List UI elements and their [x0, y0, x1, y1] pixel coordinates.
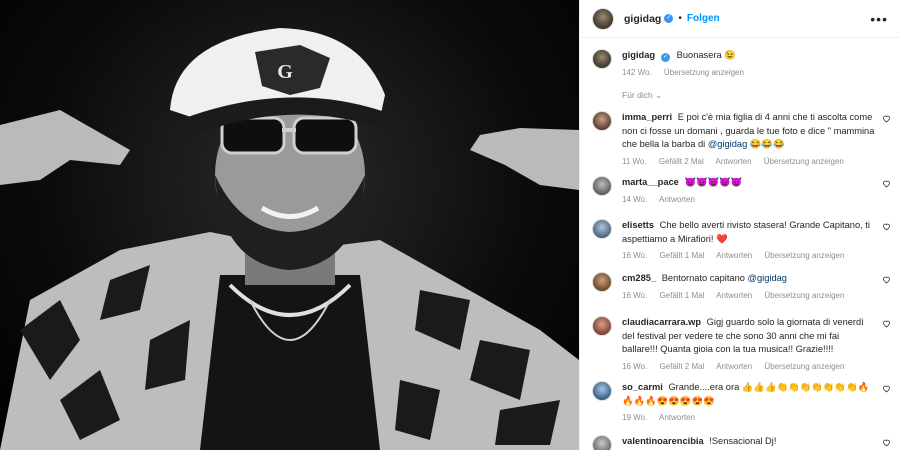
heart-outline-icon[interactable] [882, 438, 891, 447]
comment-username[interactable]: marta__pace [622, 177, 679, 187]
reply-button[interactable]: Antworten [659, 413, 695, 422]
reply-button[interactable]: Antworten [659, 195, 695, 204]
caption-meta: 142 Wo. Übersetzung anzeigen [622, 66, 877, 80]
comment-time: 19 Wo. [622, 413, 648, 422]
comment-meta: 16 Wo. Gefällt 1 Mal Antworten Übersetzu… [622, 249, 877, 263]
comment-time: 16 Wo. [622, 361, 648, 371]
comment-username[interactable]: valentinoarencibia [622, 436, 704, 446]
svg-text:G: G [277, 61, 293, 83]
comment-text: Bentornato capitano [661, 273, 745, 283]
comment-avatar[interactable] [592, 111, 612, 131]
reply-button[interactable]: Antworten [716, 362, 752, 371]
comment-time: 16 Wo. [622, 290, 648, 300]
caption-avatar[interactable] [592, 49, 612, 69]
comment-meta: 14 Wo. Antworten [622, 193, 877, 207]
translate-button[interactable]: Übersetzung anzeigen [764, 291, 844, 300]
comment-text: !Sensacional Dj! [709, 436, 777, 446]
comment-avatar[interactable] [592, 176, 612, 196]
comment-username[interactable]: imma_perri [622, 112, 672, 122]
comment-avatar[interactable] [592, 381, 612, 401]
comment-meta: 19 Wo. Antworten [622, 411, 877, 425]
comment-text: Che bello averti rivisto stasera! Grande… [622, 220, 870, 244]
translate-button[interactable]: Übersetzung anzeigen [764, 362, 844, 371]
comment-likes[interactable]: Gefällt 2 Mal [659, 157, 704, 166]
reply-button[interactable]: Antworten [716, 157, 752, 166]
comment-likes[interactable]: Gefällt 1 Mal [659, 251, 704, 260]
heart-outline-icon[interactable] [882, 114, 891, 123]
comment-mention[interactable]: @gigidag [708, 139, 747, 149]
comment-time: 14 Wo. [622, 194, 648, 204]
comment-avatar[interactable] [592, 435, 612, 450]
post-photo[interactable]: G [0, 0, 579, 450]
comment-meta: 16 Wo. Gefällt 2 Mal Antworten Übersetzu… [622, 360, 877, 374]
comment-text: 😈😈😈😈😈 [684, 177, 743, 187]
comment-username[interactable]: elisetts [622, 220, 654, 230]
post-header: gigidag ✓ • Folgen ••• [580, 0, 900, 38]
reply-button[interactable]: Antworten [716, 291, 752, 300]
comment-meta: 16 Wo. Gefällt 1 Mal Antworten Übersetzu… [622, 289, 877, 303]
translate-button[interactable]: Übersetzung anzeigen [764, 251, 844, 260]
comment-username[interactable]: claudiacarrara.wp [622, 317, 701, 327]
heart-outline-icon[interactable] [882, 179, 891, 188]
comment-filter-dropdown[interactable]: Für dich ⌄ [622, 90, 662, 101]
author-username[interactable]: gigidag [624, 13, 661, 25]
comment-username[interactable]: so_carmi [622, 382, 663, 392]
verified-badge-icon: ✓ [664, 14, 674, 23]
caption-time: 142 Wo. [622, 67, 652, 77]
comment-avatar[interactable] [592, 272, 612, 292]
caption-text: Buonasera 😉 [676, 50, 736, 60]
comment-avatar[interactable] [592, 316, 612, 336]
post-side-panel: gigidag ✓ • Folgen ••• gigidag ✓ Buonaser… [579, 0, 900, 450]
heart-outline-icon[interactable] [882, 384, 891, 393]
follow-button[interactable]: Folgen [687, 13, 720, 24]
comment-username[interactable]: cm285_ [622, 273, 656, 283]
heart-outline-icon[interactable] [882, 275, 891, 284]
caption-username[interactable]: gigidag [622, 50, 655, 60]
post-photo-art: G [0, 28, 579, 450]
verified-badge-icon: ✓ [661, 53, 671, 62]
heart-outline-icon[interactable] [882, 319, 891, 328]
more-options-icon[interactable]: ••• [870, 11, 888, 27]
comment-avatar[interactable] [592, 219, 612, 239]
comment-time: 11 Wo. [622, 156, 647, 166]
caption-translate-button[interactable]: Übersetzung anzeigen [664, 68, 744, 77]
comment-time: 16 Wo. [622, 251, 648, 260]
comment-likes[interactable]: Gefällt 2 Mal [659, 362, 704, 371]
heart-outline-icon[interactable] [882, 222, 891, 231]
comment-mention[interactable]: @gigidag [748, 273, 787, 283]
header-separator: • [678, 13, 682, 24]
comment-meta: 11 Wo. Gefällt 2 Mal Antworten Übersetzu… [622, 155, 877, 169]
reply-button[interactable]: Antworten [716, 251, 752, 260]
author-avatar[interactable] [592, 7, 614, 30]
comment-likes[interactable]: Gefällt 1 Mal [659, 291, 704, 300]
comment-text-suffix: 😂😂😂 [747, 139, 785, 149]
translate-button[interactable]: Übersetzung anzeigen [764, 157, 844, 166]
